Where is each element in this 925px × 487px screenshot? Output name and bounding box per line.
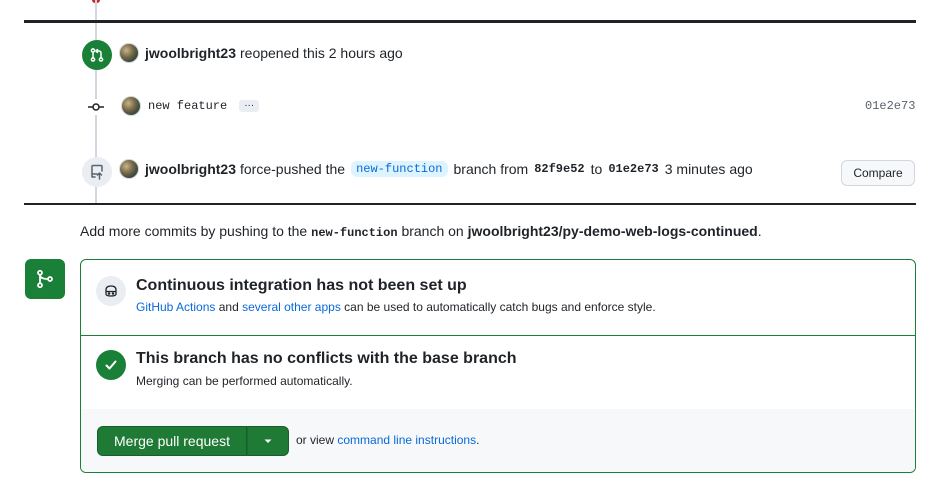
force-push-icon bbox=[82, 157, 112, 187]
ci-and: and bbox=[218, 300, 239, 314]
hint-prefix: Add more commits by pushing to the bbox=[80, 223, 308, 239]
divider-bottom bbox=[24, 203, 916, 205]
copilot-icon bbox=[96, 276, 126, 306]
compare-button[interactable]: Compare bbox=[841, 160, 915, 186]
other-apps-link[interactable]: several other apps bbox=[242, 300, 341, 314]
git-merge-icon bbox=[25, 259, 65, 299]
push-hint: Add more commits by pushing to the new-f… bbox=[80, 223, 762, 240]
github-actions-link[interactable]: GitHub Actions bbox=[136, 300, 215, 314]
force-push-event: jwoolbright23 force-pushed the new-funct… bbox=[119, 159, 753, 179]
hint-suffix: . bbox=[757, 223, 762, 239]
or-view-text: or view bbox=[296, 433, 335, 447]
cli-hint: or view command line instructions. bbox=[296, 433, 479, 447]
force-push-to: to bbox=[590, 161, 603, 177]
merge-pull-request-button[interactable]: Merge pull request bbox=[97, 426, 247, 456]
from-sha-link[interactable]: 82f9e52 bbox=[534, 162, 584, 176]
ci-section: Continuous integration has not been set … bbox=[81, 260, 915, 336]
force-push-prefix: force-pushed the bbox=[240, 161, 346, 177]
reopened-time[interactable]: 2 hours ago bbox=[329, 45, 403, 61]
commit-message[interactable]: new feature bbox=[148, 99, 227, 113]
conflicts-title: This branch has no conflicts with the ba… bbox=[136, 350, 517, 367]
ci-title: Continuous integration has not been set … bbox=[136, 277, 467, 294]
avatar[interactable] bbox=[119, 159, 139, 179]
commit-expand-button[interactable]: ··· bbox=[239, 100, 260, 112]
commit-sha[interactable]: 01e2e73 bbox=[865, 99, 915, 113]
reopened-event: jwoolbright23 reopened this 2 hours ago bbox=[119, 43, 403, 63]
merge-box: Continuous integration has not been set … bbox=[80, 259, 916, 473]
reopened-action: reopened this 2 hours ago bbox=[240, 45, 403, 61]
user-link[interactable]: jwoolbright23 bbox=[145, 161, 236, 177]
force-push-time[interactable]: 3 minutes ago bbox=[665, 161, 753, 177]
reopened-action-text: reopened this bbox=[240, 45, 325, 61]
command-line-link[interactable]: command line instructions bbox=[337, 433, 476, 447]
conflicts-section: This branch has no conflicts with the ba… bbox=[81, 335, 915, 410]
commit-icon bbox=[88, 99, 104, 115]
hint-middle: branch on bbox=[401, 223, 464, 239]
user-link[interactable]: jwoolbright23 bbox=[145, 45, 236, 61]
conflicts-subtitle: Merging can be performed automatically. bbox=[136, 374, 353, 388]
check-icon bbox=[96, 350, 126, 380]
hint-repo: jwoolbright23/py-demo-web-logs-continued bbox=[467, 223, 758, 239]
force-push-mid: branch from bbox=[453, 161, 529, 177]
avatar[interactable] bbox=[121, 96, 141, 116]
branch-pill[interactable]: new-function bbox=[351, 161, 448, 177]
hint-branch: new-function bbox=[311, 226, 398, 240]
merge-method-dropdown[interactable] bbox=[247, 426, 289, 456]
pull-request-reopened-icon bbox=[82, 40, 112, 70]
cli-period: . bbox=[476, 433, 480, 447]
ci-rest: can be used to automatically catch bugs … bbox=[344, 300, 656, 314]
triangle-down-icon bbox=[264, 439, 272, 443]
avatar[interactable] bbox=[119, 43, 139, 63]
ci-subtitle: GitHub Actions and several other apps ca… bbox=[136, 300, 656, 314]
commit-row: new feature ··· bbox=[121, 96, 260, 116]
to-sha-link[interactable]: 01e2e73 bbox=[608, 162, 658, 176]
divider-top bbox=[24, 20, 916, 23]
